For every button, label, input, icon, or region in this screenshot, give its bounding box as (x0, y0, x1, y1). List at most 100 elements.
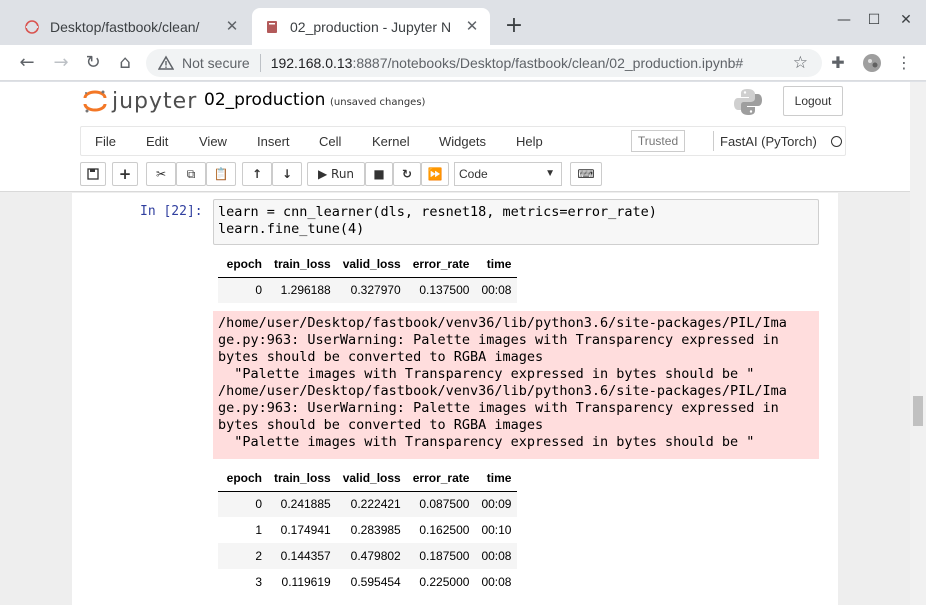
table-cell: 3 (255, 575, 262, 589)
jupyter-wordmark: jupyter (112, 88, 198, 114)
table-cell: 0.087500 (406, 491, 476, 517)
tab-close-icon[interactable]: ✕ (462, 17, 482, 37)
divider (259, 54, 261, 72)
table-cell: 1 (255, 523, 262, 537)
url-host: 192.168.0.13 (270, 55, 353, 71)
jupyter-icon (25, 19, 39, 34)
restart-icon[interactable]: ↻ (393, 162, 421, 186)
table-cell: 00:09 (475, 491, 518, 517)
maximize-icon[interactable]: ☐ (864, 10, 884, 30)
chrome-menu-icon[interactable]: ⋮ (894, 53, 914, 73)
table-header-row: epoch train_loss valid_loss error_rate t… (218, 465, 518, 492)
logout-button[interactable]: Logout (783, 86, 843, 116)
scrollbar-thumb[interactable] (913, 396, 923, 426)
table-cell: 00:10 (481, 523, 512, 537)
table-cell: 0.162500 (419, 523, 470, 537)
jupyter-logo-icon (83, 90, 107, 113)
browser-tab-notebook[interactable]: 02_production - Jupyter N ✕ (252, 8, 490, 45)
table-row: 2 0.144357 0.479802 0.187500 00:08 (218, 543, 518, 569)
column-header: epoch (218, 465, 268, 492)
trusted-indicator[interactable]: Trusted (631, 130, 685, 152)
table-cell: 0.225000 (419, 575, 470, 589)
menu-edit[interactable]: Edit (146, 134, 168, 149)
table-cell: 0.119619 (281, 575, 331, 589)
kernel-status-icon (831, 136, 842, 147)
kernel-name[interactable]: FastAI (PyTorch) (720, 134, 817, 149)
extensions-icon[interactable]: ✚ (828, 53, 848, 73)
column-header: valid_loss (336, 465, 407, 492)
avatar-icon (863, 54, 881, 72)
menu-cell[interactable]: Cell (319, 134, 341, 149)
table-row: 0 0.241885 0.222421 0.087500 00:09 (218, 491, 518, 517)
stderr-output: /home/user/Desktop/fastbook/venv36/lib/p… (213, 311, 819, 459)
table-cell: 00:08 (475, 277, 518, 303)
window-close-icon[interactable]: ✕ (896, 10, 916, 30)
menu-kernel[interactable]: Kernel (372, 134, 410, 149)
copy-icon[interactable]: ⧉ (176, 162, 206, 186)
browser-toolbar: ← → ↻ ⌂ Not secure 192.168.0.13 :8887/no… (0, 45, 926, 81)
column-header: time (475, 465, 518, 492)
tab-close-icon[interactable]: ✕ (222, 17, 242, 37)
notebook-name[interactable]: 02_production (204, 90, 325, 110)
table-cell: 2 (218, 543, 268, 569)
table-cell: 0.174941 (280, 523, 331, 537)
python-icon (734, 89, 762, 115)
column-header: error_rate (406, 251, 476, 278)
address-bar[interactable]: Not secure 192.168.0.13 :8887/notebooks/… (146, 49, 822, 77)
not-secure-label[interactable]: Not secure (182, 55, 250, 71)
menu-help[interactable]: Help (516, 134, 543, 149)
table-cell: 0.479802 (336, 543, 407, 569)
move-down-icon[interactable]: ↓ (272, 162, 302, 186)
run-label: Run (331, 167, 355, 181)
paste-icon[interactable]: 📋 (206, 162, 236, 186)
table-cell: 0 (218, 491, 268, 517)
table-cell: 00:08 (475, 543, 518, 569)
run-button[interactable]: ▶ Run (307, 162, 365, 186)
table-cell: 00:08 (481, 575, 512, 589)
cut-icon[interactable]: ✂ (146, 162, 176, 186)
tab-title: 02_production - Jupyter N (290, 18, 452, 35)
table-header-row: epoch train_loss valid_loss error_rate t… (218, 251, 518, 278)
table-cell: 0.137500 (406, 277, 476, 303)
keyboard-icon[interactable]: ⌨ (570, 162, 602, 186)
back-icon[interactable]: ← (14, 50, 40, 76)
new-tab-button[interactable]: + (500, 12, 528, 40)
save-icon[interactable] (80, 162, 106, 186)
home-icon[interactable]: ⌂ (112, 50, 138, 76)
interrupt-icon[interactable]: ■ (365, 162, 393, 186)
column-header: time (475, 251, 518, 278)
reload-icon[interactable]: ↻ (80, 50, 106, 76)
warning-icon (158, 55, 174, 70)
training-table-frozen: epoch train_loss valid_loss error_rate t… (218, 251, 518, 303)
menu-widgets[interactable]: Widgets (439, 134, 486, 149)
jupyter-header: jupyter 02_production (unsaved changes) … (0, 82, 910, 192)
menu-file[interactable]: File (95, 134, 116, 149)
restart-run-all-icon[interactable]: ⏩ (421, 162, 449, 186)
cell-type-select[interactable]: Code ▼ (454, 162, 562, 186)
table-row: 1 0.174941 0.283985 0.162500 00:10 (218, 517, 517, 543)
move-up-icon[interactable]: ↑ (242, 162, 272, 186)
table-row: 0 1.296188 0.327970 0.137500 00:08 (218, 277, 518, 303)
minimize-icon[interactable]: — (834, 10, 854, 30)
column-header: epoch (218, 251, 268, 278)
input-prompt: In [22]: (140, 204, 203, 219)
menu-bar: File Edit View Insert Cell Kernel Widget… (80, 126, 846, 156)
profile-avatar[interactable] (862, 53, 882, 73)
forward-icon[interactable]: → (48, 50, 74, 76)
tab-title: Desktop/fastbook/clean/ (50, 18, 200, 35)
insert-cell-icon[interactable]: + (112, 162, 138, 186)
menu-view[interactable]: View (199, 134, 227, 149)
scrollbar-track[interactable] (910, 82, 926, 605)
column-header: train_loss (268, 251, 337, 278)
training-table-unfrozen: epoch train_loss valid_loss error_rate t… (218, 465, 518, 595)
column-header: error_rate (406, 465, 476, 492)
bookmark-star-icon[interactable]: ☆ (793, 53, 808, 73)
browser-tab-directory[interactable]: Desktop/fastbook/clean/ ✕ (12, 8, 250, 45)
table-cell: 0.222421 (336, 491, 407, 517)
code-input[interactable]: learn = cnn_learner(dls, resnet18, metri… (213, 199, 819, 245)
table-cell: 0 (218, 277, 268, 303)
table-cell: 0.327970 (336, 277, 407, 303)
menu-insert[interactable]: Insert (257, 134, 290, 149)
column-header: valid_loss (336, 251, 407, 278)
jupyter-logo[interactable]: jupyter (82, 88, 197, 114)
